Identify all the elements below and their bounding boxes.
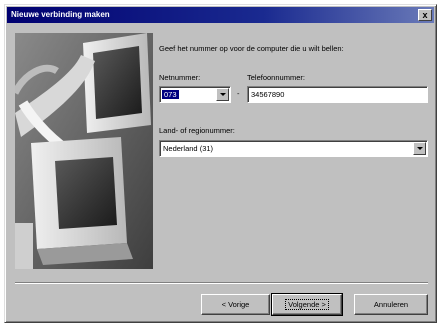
computer-monitors-illustration (15, 33, 153, 269)
country-code-label: Land- of regionummer: (159, 126, 235, 135)
phone-number-value: 34567890 (251, 90, 285, 99)
area-code-combobox[interactable]: 073 (159, 86, 231, 103)
area-code-label: Netnummer: (159, 73, 201, 82)
instruction-text: Geef het nummer op voor de computer die … (159, 44, 344, 53)
cancel-button-label: Annuleren (373, 300, 409, 309)
window-title: Nieuwe verbinding maken (11, 10, 110, 19)
back-button-label: < Vorige (221, 300, 250, 309)
title-bar[interactable]: Nieuwe verbinding maken x (7, 7, 434, 23)
back-button[interactable]: < Vorige (201, 294, 270, 315)
chevron-down-icon[interactable] (413, 142, 426, 155)
country-code-combobox[interactable]: Nederland (31) (159, 140, 428, 157)
phone-number-input[interactable]: 34567890 (247, 86, 428, 103)
button-separator (15, 282, 428, 284)
cancel-button[interactable]: Annuleren (354, 294, 428, 315)
new-connection-dialog: Nieuwe verbinding maken x Geef het numme… (4, 4, 437, 323)
chevron-down-icon[interactable] (216, 88, 229, 101)
number-separator: - (237, 89, 240, 98)
next-button[interactable]: Volgende > (271, 293, 343, 316)
phone-number-label: Telefoonnummer: (247, 73, 305, 82)
close-icon: x (422, 10, 428, 20)
area-code-value: 073 (162, 90, 179, 99)
next-button-label: Volgende > (285, 299, 329, 310)
close-button[interactable]: x (418, 9, 432, 21)
wizard-illustration (15, 33, 153, 269)
country-code-value: Nederland (31) (163, 144, 214, 153)
